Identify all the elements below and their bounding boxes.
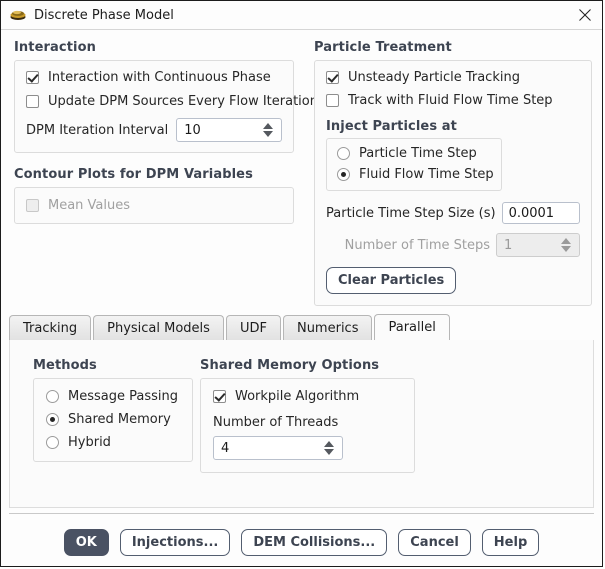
chevron-down-icon[interactable] [324, 449, 334, 455]
shared-memory-group: Workpile Algorithm Number of Threads 4 [200, 378, 415, 473]
radio-label: Message Passing [68, 389, 178, 404]
tab-numerics[interactable]: Numerics [283, 315, 373, 340]
dpm-iteration-interval-label: DPM Iteration Interval [26, 123, 168, 138]
checkbox-label: Track with Fluid Flow Time Step [348, 93, 553, 108]
interaction-group: Interaction with Continuous Phase Update… [14, 60, 294, 153]
methods-group: Message Passing Shared Memory Hybrid [33, 378, 193, 462]
clear-particles-row: Clear Particles [326, 267, 580, 294]
radio-circle[interactable] [337, 168, 350, 181]
close-icon[interactable] [568, 1, 602, 29]
tab-udf[interactable]: UDF [226, 315, 281, 340]
radio-circle[interactable] [46, 413, 59, 426]
checkbox-mean-values: Mean Values [26, 198, 282, 213]
particle-time-step-size-field: Particle Time Step Size (s) 0.0001 [326, 202, 580, 224]
checkbox-workpile-algorithm[interactable]: Workpile Algorithm [213, 389, 402, 404]
stepper-arrows[interactable] [320, 437, 342, 459]
chevron-up-icon[interactable] [263, 123, 273, 129]
right-column: Particle Treatment Unsteady Particle Tra… [314, 40, 592, 306]
number-of-time-steps-stepper: 1 [496, 233, 580, 257]
radio-hybrid[interactable]: Hybrid [46, 435, 180, 450]
chevron-up-icon[interactable] [324, 441, 334, 447]
window-title: Discrete Phase Model [34, 8, 174, 23]
particle-time-step-size-input[interactable]: 0.0001 [502, 202, 580, 224]
checkbox-interaction-continuous-phase[interactable]: Interaction with Continuous Phase [26, 70, 282, 85]
tab-parallel[interactable]: Parallel [374, 314, 449, 341]
radio-fluid-flow-time-step[interactable]: Fluid Flow Time Step [337, 167, 491, 182]
checkbox-label: Mean Values [48, 198, 130, 213]
number-of-time-steps-field: Number of Time Steps 1 [326, 233, 580, 257]
radio-circle[interactable] [46, 390, 59, 403]
dialog-button-bar: OK Injections... DEM Collisions... Cance… [1, 529, 602, 556]
methods-heading: Methods [33, 358, 193, 373]
radio-label: Hybrid [68, 435, 111, 450]
footer-separator [9, 513, 594, 514]
checkbox-label: Unsteady Particle Tracking [348, 70, 520, 85]
contour-plots-group: Mean Values [14, 187, 294, 224]
checkbox-box [26, 199, 39, 212]
stepper-value[interactable]: 10 [177, 119, 259, 141]
chevron-down-icon[interactable] [263, 131, 273, 137]
title-bar: Discrete Phase Model [1, 1, 602, 30]
fluent-app-icon [9, 6, 27, 24]
inject-particles-group: Particle Time Step Fluid Flow Time Step [326, 138, 502, 191]
injections-button[interactable]: Injections... [120, 529, 230, 556]
checkbox-box[interactable] [26, 71, 39, 84]
radio-label: Shared Memory [68, 412, 171, 427]
checkbox-update-dpm-sources[interactable]: Update DPM Sources Every Flow Iteration [26, 94, 282, 109]
help-button[interactable]: Help [482, 529, 539, 556]
stepper-value: 1 [497, 234, 557, 256]
checkbox-box[interactable] [26, 95, 39, 108]
tab-bar: Tracking Physical Models UDF Numerics Pa… [9, 314, 594, 341]
radio-particle-time-step[interactable]: Particle Time Step [337, 146, 491, 161]
radio-label: Particle Time Step [359, 146, 477, 161]
stepper-arrows[interactable] [259, 119, 281, 141]
checkbox-unsteady-particle-tracking[interactable]: Unsteady Particle Tracking [326, 70, 580, 85]
checkbox-box[interactable] [326, 71, 339, 84]
chevron-up-icon [561, 238, 571, 244]
dpm-iteration-interval-field: DPM Iteration Interval 10 [26, 118, 282, 142]
checkbox-box[interactable] [213, 390, 226, 403]
radio-circle[interactable] [46, 436, 59, 449]
number-of-threads-stepper[interactable]: 4 [213, 436, 343, 460]
stepper-value[interactable]: 4 [214, 437, 320, 459]
cancel-button[interactable]: Cancel [398, 529, 471, 556]
radio-message-passing[interactable]: Message Passing [46, 389, 180, 404]
dpm-iteration-interval-stepper[interactable]: 10 [176, 118, 282, 142]
radio-shared-memory[interactable]: Shared Memory [46, 412, 180, 427]
left-column: Interaction Interaction with Continuous … [14, 40, 294, 224]
parallel-tab-panel: Methods Message Passing Shared Memory Hy… [9, 340, 594, 508]
checkbox-label: Workpile Algorithm [235, 389, 359, 404]
checkbox-label: Interaction with Continuous Phase [48, 70, 271, 85]
number-of-threads-label: Number of Threads [213, 415, 402, 430]
tab-physical-models[interactable]: Physical Models [93, 315, 224, 340]
checkbox-track-with-fluid-flow-time-step[interactable]: Track with Fluid Flow Time Step [326, 93, 580, 108]
methods-section: Methods Message Passing Shared Memory Hy… [33, 358, 193, 462]
chevron-down-icon [561, 246, 571, 252]
dem-collisions-button[interactable]: DEM Collisions... [241, 529, 387, 556]
tab-tracking[interactable]: Tracking [9, 315, 91, 340]
shared-memory-heading: Shared Memory Options [200, 358, 415, 373]
checkbox-label: Update DPM Sources Every Flow Iteration [48, 94, 318, 109]
radio-circle[interactable] [337, 147, 350, 160]
inject-particles-heading: Inject Particles at [326, 119, 580, 134]
input-value: 0.0001 [509, 206, 555, 221]
checkbox-box[interactable] [326, 94, 339, 107]
particle-time-step-size-label: Particle Time Step Size (s) [326, 206, 496, 221]
dialog-content: Interaction Interaction with Continuous … [1, 30, 602, 566]
particle-treatment-heading: Particle Treatment [314, 40, 592, 55]
clear-particles-button[interactable]: Clear Particles [326, 267, 456, 294]
particle-treatment-group: Unsteady Particle Tracking Track with Fl… [314, 60, 592, 306]
ok-button[interactable]: OK [64, 529, 109, 556]
stepper-arrows [557, 234, 579, 256]
discrete-phase-model-dialog: Discrete Phase Model Interaction Interac… [0, 0, 603, 567]
radio-label: Fluid Flow Time Step [359, 167, 494, 182]
number-of-time-steps-label: Number of Time Steps [345, 238, 490, 253]
shared-memory-section: Shared Memory Options Workpile Algorithm… [200, 358, 415, 473]
contour-plots-heading: Contour Plots for DPM Variables [14, 167, 294, 182]
interaction-heading: Interaction [14, 40, 294, 55]
